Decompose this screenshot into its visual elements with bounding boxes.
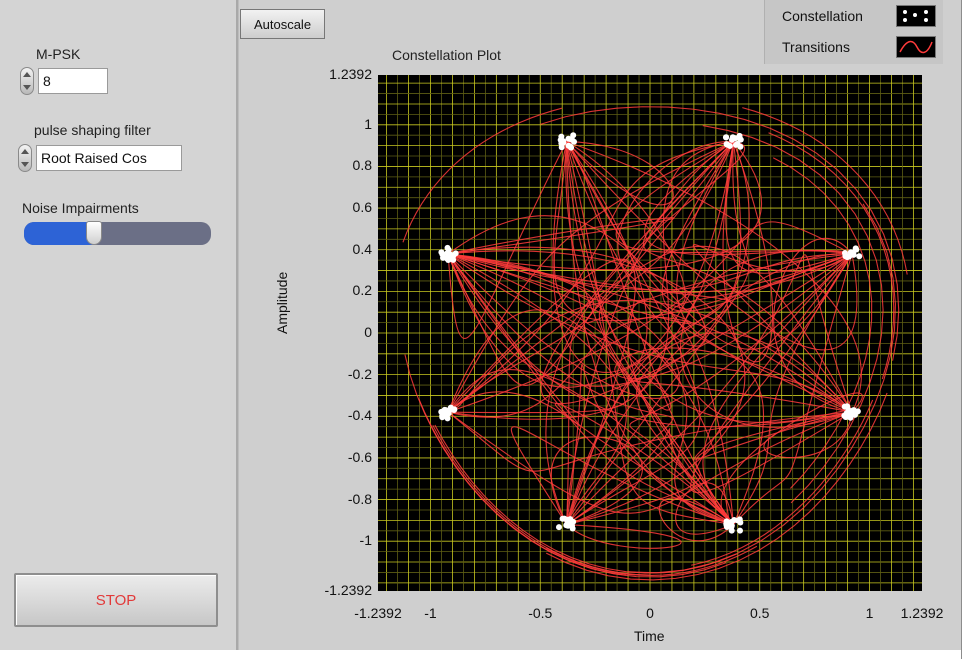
legend-item-transitions[interactable]: Transitions — [765, 33, 943, 61]
constellation-point — [850, 407, 857, 414]
x-tick-label: 0.5 — [750, 605, 770, 621]
decrement-arrow-icon[interactable] — [23, 85, 31, 90]
constellation-point — [445, 246, 452, 253]
constellation-point — [567, 520, 574, 527]
plot-legend: Constellation Transitions — [764, 0, 943, 64]
constellation-point — [856, 253, 863, 260]
constellation-point — [450, 256, 457, 263]
curve-line-icon — [896, 36, 936, 58]
y-tick-label: 0 — [364, 324, 372, 340]
constellation-plot[interactable] — [378, 75, 922, 591]
decrement-arrow-icon[interactable] — [21, 162, 29, 167]
constellation-point — [559, 515, 566, 522]
x-axis-label: Time — [634, 628, 665, 644]
constellation-point — [570, 132, 577, 139]
legend-label: Transitions — [782, 39, 850, 55]
y-tick-label: 0.2 — [352, 282, 372, 299]
scatter-points-icon — [896, 5, 936, 27]
constellation-point — [452, 250, 459, 257]
x-tick-label: 1 — [865, 605, 874, 621]
constellation-point — [841, 403, 848, 410]
control-panel — [0, 0, 238, 650]
constellation-point — [723, 522, 730, 529]
pulse-filter-select[interactable]: Root Raised Cos — [36, 145, 182, 171]
constellation-point — [440, 411, 447, 418]
mpsk-spinner[interactable] — [20, 67, 34, 95]
y-tick-label: -0.8 — [347, 490, 372, 507]
y-tick-label: -1.2392 — [324, 582, 372, 598]
legend-item-constellation[interactable]: Constellation — [765, 2, 943, 30]
y-tick-label: -0.6 — [347, 448, 372, 465]
y-tick-label: -1 — [359, 532, 372, 549]
y-tick-label: -0.4 — [347, 407, 372, 424]
constellation-point — [722, 134, 729, 141]
mpsk-label: M-PSK — [36, 46, 81, 62]
constellation-point — [438, 249, 445, 256]
constellation-point — [735, 517, 742, 524]
y-tick-label: 0.6 — [352, 199, 372, 216]
constellation-point — [565, 142, 572, 149]
y-tick-label: 0.8 — [352, 157, 372, 174]
y-tick-label: 1 — [364, 115, 372, 132]
constellation-point — [842, 252, 849, 259]
constellation-point — [736, 527, 743, 534]
constellation-point — [444, 255, 451, 262]
constellation-point — [558, 140, 565, 147]
constellation-point — [445, 410, 452, 417]
plot-title: Constellation Plot — [392, 47, 501, 63]
constellation-point — [447, 404, 454, 411]
constellation-point — [847, 249, 854, 256]
pulse-filter-label: pulse shaping filter — [34, 122, 151, 138]
y-axis-label: Amplitude — [274, 271, 290, 334]
constellation-point — [842, 414, 849, 421]
constellation-point — [565, 135, 572, 142]
constellation-point — [736, 135, 743, 142]
increment-arrow-icon[interactable] — [23, 72, 31, 77]
constellation-point — [737, 143, 744, 150]
constellation-point — [728, 522, 735, 529]
mpsk-input[interactable]: 8 — [38, 68, 108, 94]
legend-label: Constellation — [782, 8, 863, 24]
constellation-point — [558, 133, 565, 140]
x-tick-label: -0.5 — [528, 605, 553, 621]
x-tick-label: -1.2392 — [354, 605, 402, 621]
pulse-filter-spinner[interactable] — [18, 144, 32, 172]
constellation-point — [555, 524, 562, 531]
autoscale-button[interactable]: Autoscale — [240, 9, 325, 39]
noise-label: Noise Impairments — [22, 200, 139, 216]
noise-slider[interactable] — [24, 222, 211, 245]
constellation-point — [726, 142, 733, 149]
noise-slider-thumb[interactable] — [85, 221, 102, 245]
increment-arrow-icon[interactable] — [21, 149, 29, 154]
stop-button[interactable]: STOP — [14, 573, 218, 627]
window-edge — [961, 0, 962, 659]
y-tick-label: 0.4 — [352, 240, 372, 257]
x-tick-label: 1.2392 — [900, 605, 944, 621]
noise-slider-fill — [24, 222, 94, 245]
x-tick-label: -1 — [424, 605, 437, 621]
y-tick-label: 1.2392 — [329, 66, 372, 82]
y-tick-label: -0.2 — [347, 365, 372, 382]
x-tick-label: 0 — [646, 605, 654, 621]
